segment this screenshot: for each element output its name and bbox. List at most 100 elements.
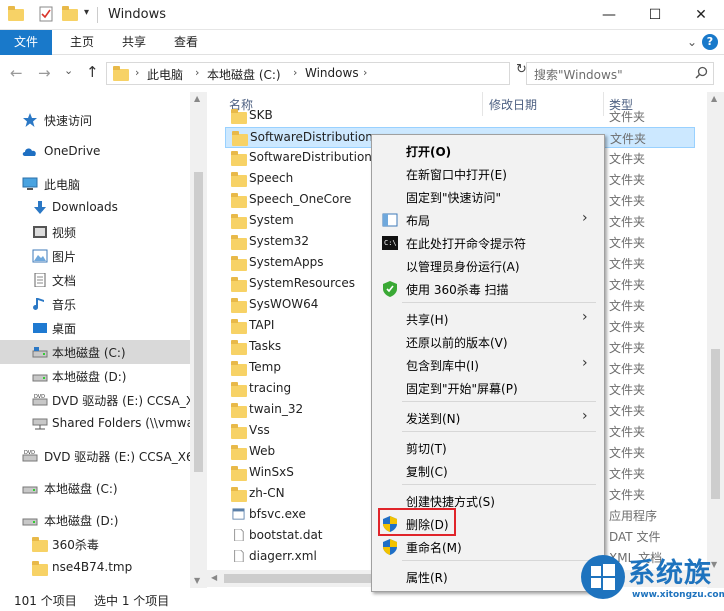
nav-videos[interactable]: 视频 (0, 220, 190, 244)
recent-locations-button[interactable]: ⌄ (64, 64, 73, 77)
folder-icon (113, 66, 129, 81)
nav-quick-access[interactable]: 快速访问 (0, 108, 190, 132)
file-name: Speech_OneCore (249, 192, 352, 206)
folder-icon (231, 214, 247, 229)
nav-documents[interactable]: 文档 (0, 268, 190, 292)
address-bar[interactable]: › 此电脑 › 本地磁盘 (C:) › Windows › ⌄ (106, 62, 593, 85)
scroll-down-icon[interactable]: ▼ (194, 576, 200, 585)
scrollbar-thumb[interactable] (711, 349, 720, 499)
new-folder-icon[interactable] (62, 6, 78, 22)
close-button[interactable]: ✕ (678, 0, 724, 30)
menu-share[interactable]: 共享(H) › (374, 307, 602, 330)
nav-local-disk-d-root[interactable]: 本地磁盘 (D:) (0, 508, 190, 532)
forward-button[interactable]: → (38, 64, 51, 82)
cmd-icon: C:\ (382, 236, 398, 250)
file-name: bfsvc.exe (249, 507, 306, 521)
nav-dvd-drive-root[interactable]: DVD DVD 驱动器 (E:) CCSA_X64 (0, 444, 190, 468)
breadcrumb-separator[interactable]: › (195, 66, 199, 79)
scroll-up-icon[interactable]: ▲ (194, 94, 200, 103)
menu-pin-quick-access[interactable]: 固定到"快速访问" (374, 185, 602, 208)
quick-access-dropdown-icon[interactable]: ▾ (84, 7, 89, 18)
menu-properties[interactable]: 属性(R) (374, 565, 602, 588)
nav-shared-folders[interactable]: Shared Folders (\\vmwa (0, 412, 190, 436)
menu-item-label: 布局 (406, 214, 431, 228)
file-name: SKB (249, 108, 273, 122)
folder-icon (231, 403, 247, 418)
menu-scan-360[interactable]: 使用 360杀毒 扫描 (374, 277, 602, 300)
drive-icon (22, 486, 38, 494)
folder-icon (231, 445, 247, 460)
menu-open-cmd-here[interactable]: C:\ 在此处打开命令提示符 (374, 231, 602, 254)
nav-desktop[interactable]: 桌面 (0, 316, 190, 340)
refresh-button[interactable]: ↻ (516, 62, 527, 77)
svg-text:C:\: C:\ (384, 239, 397, 247)
folder-icon (231, 298, 247, 313)
nav-folder-tmp[interactable]: nse4B74.tmp (0, 556, 190, 580)
nav-local-disk-c[interactable]: 本地磁盘 (C:) (0, 340, 190, 364)
selected-count: 选中 1 个项目 (94, 594, 170, 608)
file-type: 文件夹 (609, 257, 646, 271)
menu-rename[interactable]: 重命名(M) (374, 535, 602, 558)
nav-local-disk-c-root[interactable]: 本地磁盘 (C:) (0, 476, 190, 500)
nav-scrollbar[interactable]: ▲ ▼ (190, 92, 207, 588)
title-bar: ▾ Windows — ☐ ✕ (0, 0, 724, 30)
scroll-up-icon[interactable]: ▲ (711, 94, 717, 103)
tab-file[interactable]: 文件 (0, 30, 52, 55)
file-list-scrollbar[interactable]: ▲ ▼ (707, 92, 724, 588)
file-type: 文件夹 (609, 383, 646, 397)
breadcrumb-separator[interactable]: › (363, 66, 367, 79)
search-input[interactable]: 搜索"Windows" (526, 62, 714, 85)
nav-dvd-drive[interactable]: DVD DVD 驱动器 (E:) CCSA_X6 (0, 388, 190, 412)
nav-pictures[interactable]: 图片 (0, 244, 190, 268)
nav-onedrive[interactable]: OneDrive (0, 140, 190, 164)
menu-layout[interactable]: 布局 › (374, 208, 602, 231)
menu-run-as-admin[interactable]: 以管理员身份运行(A) (374, 254, 602, 277)
expand-ribbon-icon[interactable]: ⌄ (684, 30, 700, 55)
menu-open-new-window[interactable]: 在新窗口中打开(E) (374, 162, 602, 185)
nav-label: 本地磁盘 (C:) (44, 482, 118, 496)
navigation-pane[interactable]: 快速访问 OneDrive 此电脑 Downloads 视频 图片 文档 音乐 … (0, 92, 190, 588)
menu-copy[interactable]: 复制(C) (374, 459, 602, 482)
tab-view[interactable]: 查看 (164, 30, 208, 55)
maximize-button[interactable]: ☐ (632, 0, 678, 30)
menu-pin-start[interactable]: 固定到"开始"屏幕(P) (374, 376, 602, 399)
nav-folder-360[interactable]: 360杀毒 (0, 532, 190, 556)
scroll-left-icon[interactable]: ◀ (211, 573, 217, 582)
breadcrumb-separator[interactable]: › (293, 66, 297, 79)
menu-open[interactable]: 打开(O) (374, 139, 602, 162)
drive-icon (32, 374, 48, 382)
menu-include-library[interactable]: 包含到库中(I) › (374, 353, 602, 376)
folder-icon (231, 361, 247, 376)
back-button[interactable]: ← (10, 64, 23, 82)
nav-music[interactable]: 音乐 (0, 292, 190, 316)
menu-restore-versions[interactable]: 还原以前的版本(V) (374, 330, 602, 353)
tab-share[interactable]: 共享 (112, 30, 156, 55)
menu-item-label: 重命名(M) (406, 541, 462, 555)
file-row[interactable]: SKB 文件夹 (225, 106, 695, 127)
file-type: 文件夹 (609, 278, 646, 292)
window-title: Windows (108, 7, 167, 22)
help-icon[interactable]: ? (702, 34, 718, 50)
dvd-icon: DVD (22, 450, 38, 462)
submenu-arrow-icon: › (582, 408, 588, 424)
tab-home[interactable]: 主页 (60, 30, 104, 55)
nav-this-pc[interactable]: 此电脑 (0, 172, 190, 196)
nav-label: 此电脑 (44, 178, 81, 192)
up-button[interactable]: ↑ (86, 63, 99, 81)
drive-icon (32, 347, 48, 358)
file-type: 文件夹 (609, 362, 646, 376)
breadcrumb-local-disk-c[interactable]: 本地磁盘 (C:) (207, 66, 281, 83)
minimize-button[interactable]: — (586, 0, 632, 30)
file-type: 文件夹 (609, 110, 646, 124)
search-icon[interactable] (695, 66, 708, 79)
nav-label: OneDrive (44, 144, 101, 158)
nav-downloads[interactable]: Downloads (0, 196, 190, 220)
nav-local-disk-d[interactable]: 本地磁盘 (D:) (0, 364, 190, 388)
scrollbar-thumb[interactable] (194, 172, 203, 472)
menu-cut[interactable]: 剪切(T) (374, 436, 602, 459)
menu-send-to[interactable]: 发送到(N) › (374, 406, 602, 429)
breadcrumb-this-pc[interactable]: 此电脑 (147, 66, 183, 83)
properties-check-icon[interactable] (38, 6, 54, 22)
breadcrumb-windows[interactable]: Windows (305, 66, 359, 80)
folder-icon (231, 382, 247, 397)
